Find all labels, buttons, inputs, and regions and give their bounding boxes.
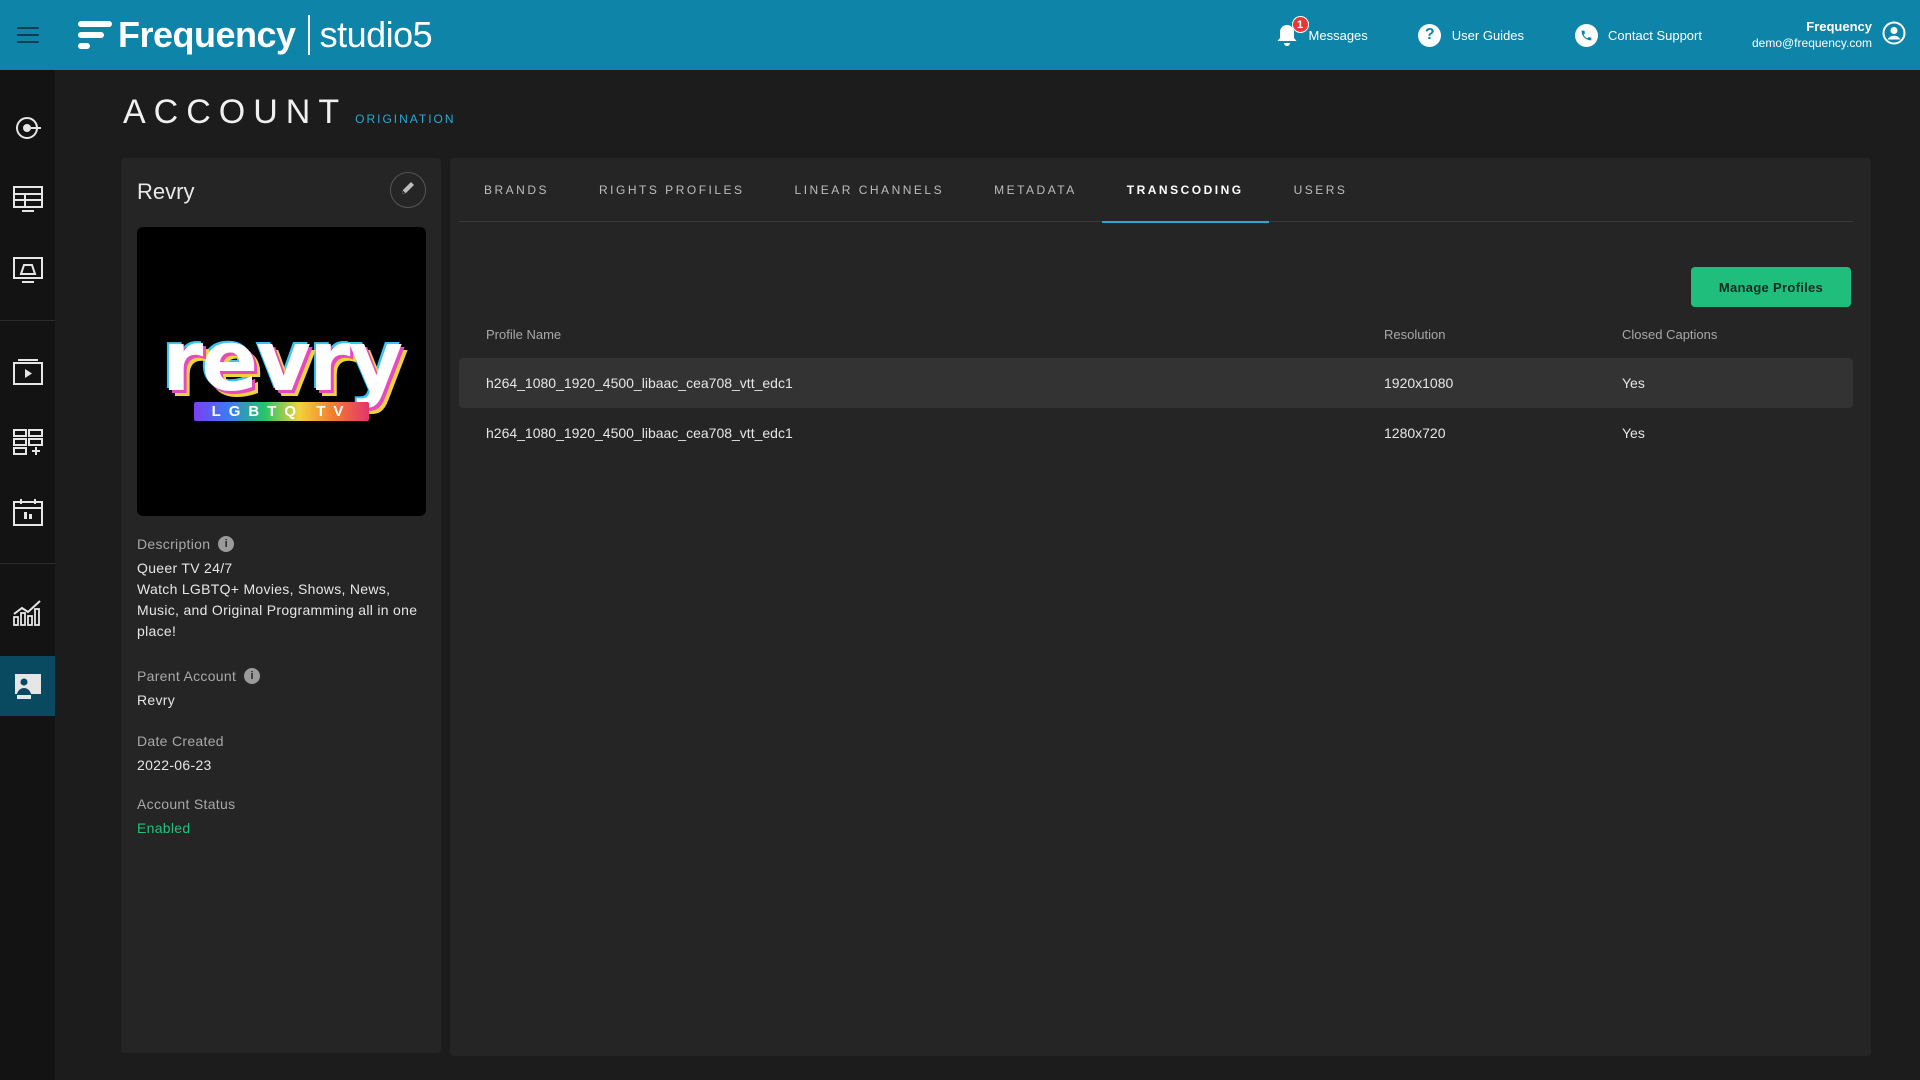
description-line-1: Queer TV 24/7 <box>137 560 233 576</box>
date-created-label: Date Created <box>137 733 224 749</box>
resolution-cell: 1920x1080 <box>1384 375 1454 391</box>
app-logo[interactable]: Frequency studio5 <box>78 0 433 70</box>
nav-schedules-icon[interactable] <box>0 412 55 472</box>
header-actions: 1 Messages ? User Guides Contact Support… <box>1275 0 1920 70</box>
parent-account-field: Parent Account i Revry <box>137 668 422 711</box>
page-title: ACCOUNT ORIGINATION <box>123 93 456 132</box>
messages-button[interactable]: 1 Messages <box>1275 16 1368 47</box>
messages-label: Messages <box>1308 27 1368 43</box>
help-icon: ? <box>1418 23 1442 47</box>
nav-devices-icon[interactable] <box>0 240 55 300</box>
column-closed-captions[interactable]: Closed Captions <box>1622 327 1853 342</box>
profile-name-cell: h264_1080_1920_4500_libaac_cea708_vtt_ed… <box>486 425 793 441</box>
nav-divider <box>0 563 55 564</box>
account-status-label: Account Status <box>137 796 236 812</box>
account-name: Revry <box>137 179 195 204</box>
user-menu[interactable]: Frequency demo@frequency.com <box>1752 19 1906 51</box>
edit-account-button[interactable] <box>390 172 426 208</box>
table-header: Profile Name Resolution Closed Captions <box>459 318 1853 350</box>
user-name: Frequency <box>1806 19 1872 34</box>
tab-brands[interactable]: BRANDS <box>459 158 574 222</box>
closed-captions-cell: Yes <box>1622 425 1645 441</box>
contact-support-button[interactable]: Contact Support <box>1574 23 1702 47</box>
table-row[interactable]: h264_1080_1920_4500_libaac_cea708_vtt_ed… <box>459 408 1853 458</box>
nav-account-icon[interactable] <box>0 656 55 716</box>
profile-name-cell: h264_1080_1920_4500_libaac_cea708_vtt_ed… <box>486 375 793 391</box>
account-tabs-panel: BRANDS RIGHTS PROFILES LINEAR CHANNELS M… <box>450 158 1871 1056</box>
date-created-value: 2022-06-23 <box>137 757 212 773</box>
bell-icon: 1 <box>1275 16 1309 47</box>
account-logo-sub: LGBTQ TV <box>193 402 370 421</box>
account-status-field: Account Status Enabled <box>137 796 422 839</box>
account-logo-word: revry <box>161 312 403 410</box>
pencil-icon <box>400 180 416 201</box>
tab-users[interactable]: USERS <box>1269 158 1373 222</box>
phone-icon <box>1574 23 1598 47</box>
user-info: Frequency demo@frequency.com <box>1752 19 1872 51</box>
nav-analytics-icon[interactable] <box>0 582 55 642</box>
parent-account-value: Revry <box>137 692 176 708</box>
tab-bar: BRANDS RIGHTS PROFILES LINEAR CHANNELS M… <box>459 158 1853 223</box>
table-row[interactable]: h264_1080_1920_4500_libaac_cea708_vtt_ed… <box>459 358 1853 408</box>
account-profile-card: Revry revry LGBTQ TV Description i Queer… <box>121 158 441 1053</box>
parent-account-label: Parent Account <box>137 668 237 684</box>
column-resolution[interactable]: Resolution <box>1384 327 1622 342</box>
user-email: demo@frequency.com <box>1751 36 1872 50</box>
user-guides-button[interactable]: ? User Guides <box>1418 23 1524 47</box>
tab-metadata[interactable]: METADATA <box>969 158 1102 222</box>
page-title-text: ACCOUNT <box>123 93 348 131</box>
description-label: Description <box>137 536 211 552</box>
left-nav-rail <box>0 70 55 1080</box>
top-bar: Frequency studio5 1 Messages ? User Guid… <box>0 0 1920 70</box>
resolution-cell: 1280x720 <box>1384 425 1446 441</box>
transcoding-table: Profile Name Resolution Closed Captions … <box>459 318 1853 458</box>
manage-profiles-button[interactable]: Manage Profiles <box>1691 267 1851 307</box>
description-field: Description i Queer TV 24/7 Watch LGBTQ+… <box>137 536 422 642</box>
parent-account-label-row: Parent Account i <box>137 668 422 684</box>
nav-calendar-icon[interactable] <box>0 482 55 542</box>
contact-support-label: Contact Support <box>1608 27 1702 43</box>
column-profile-name[interactable]: Profile Name <box>459 327 1384 342</box>
account-status-value: Enabled <box>137 820 191 836</box>
date-created-field: Date Created 2022-06-23 <box>137 733 422 776</box>
menu-icon[interactable] <box>0 0 56 70</box>
nav-origination-icon[interactable] <box>0 98 55 158</box>
nav-divider <box>0 320 55 321</box>
user-guides-label: User Guides <box>1451 27 1525 43</box>
closed-captions-cell: Yes <box>1622 375 1645 391</box>
tab-rights-profiles[interactable]: RIGHTS PROFILES <box>574 158 770 222</box>
description-label-row: Description i <box>137 536 422 552</box>
logo-brand: Frequency <box>118 14 296 55</box>
tab-linear-channels[interactable]: LINEAR CHANNELS <box>770 158 970 222</box>
page-subtitle: ORIGINATION <box>355 112 456 126</box>
info-icon[interactable]: i <box>244 668 261 684</box>
description-value: Queer TV 24/7 Watch LGBTQ+ Movies, Shows… <box>137 558 422 642</box>
info-icon[interactable]: i <box>218 536 235 552</box>
user-avatar-icon <box>1882 21 1906 50</box>
nav-library-icon[interactable] <box>0 169 55 229</box>
nav-media-icon[interactable] <box>0 342 55 402</box>
tab-transcoding[interactable]: TRANSCODING <box>1101 158 1269 223</box>
logo-product: studio5 <box>319 14 433 55</box>
frequency-logo-icon <box>78 21 112 49</box>
messages-badge: 1 <box>1291 16 1309 33</box>
logo-divider <box>307 15 310 55</box>
description-line-2: Watch LGBTQ+ Movies, Shows, News, Music,… <box>137 581 418 639</box>
account-logo: revry LGBTQ TV <box>137 227 426 516</box>
